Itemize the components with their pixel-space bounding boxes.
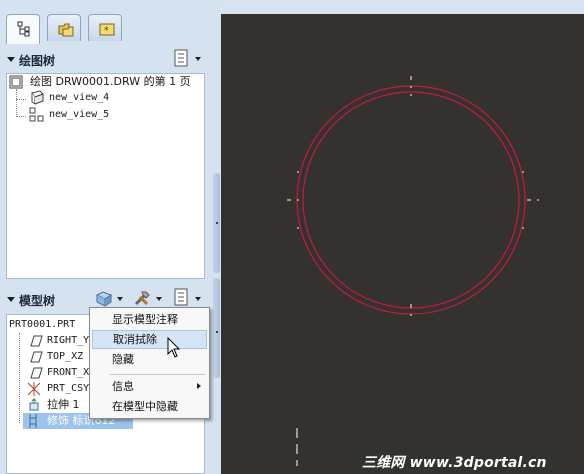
datum-plane-icon xyxy=(30,367,43,379)
pane-splitter[interactable] xyxy=(212,0,221,474)
grip-dot xyxy=(216,222,218,224)
menu-item-hide-in-model[interactable]: 在模型中隐藏 xyxy=(92,397,207,416)
drawing-tree-header: 绘图树 xyxy=(0,41,206,75)
tree-connector xyxy=(16,116,26,117)
menu-item-unerase[interactable]: 取消拭除 xyxy=(92,330,207,349)
drawing-tree-settings-button[interactable] xyxy=(170,47,204,69)
dropdown-arrow-icon xyxy=(156,297,162,301)
splitter-grip[interactable] xyxy=(213,278,220,378)
dropdown-arrow-icon xyxy=(117,297,123,301)
dropdown-arrow-icon xyxy=(195,57,201,61)
splitter-grip[interactable] xyxy=(213,173,220,273)
tree-settings-icon xyxy=(174,49,188,67)
drawing-tree-title: 绘图树 xyxy=(19,54,56,68)
menu-separator xyxy=(110,374,206,375)
graphics-canvas[interactable] xyxy=(221,14,584,474)
projection-view-icon xyxy=(29,107,44,122)
model-tree-title: 模型树 xyxy=(19,294,56,308)
drawing-view-icon xyxy=(31,90,44,105)
menu-item-show-model-annotations[interactable]: 显示模型注释 xyxy=(92,310,207,329)
model-tree-settings-button[interactable] xyxy=(170,287,204,309)
tools-icon xyxy=(134,291,150,306)
model-tree-item-label: FRONT_X xyxy=(47,367,90,378)
drawing-tree-item-label: new_view_4 xyxy=(49,92,110,103)
show-filter-icon xyxy=(95,291,113,307)
outer-circle[interactable] xyxy=(296,85,526,315)
tab-folder-browser[interactable] xyxy=(47,14,81,41)
menu-item-hide[interactable]: 隐藏 xyxy=(92,350,207,369)
dropdown-arrow-icon xyxy=(195,297,201,301)
creo-drawing-window: * 绘图树 绘图 DRW0001.DRW 的第 1 页 new_view_4 n… xyxy=(0,0,584,474)
grip-dot xyxy=(216,331,218,333)
tab-favorites[interactable]: * xyxy=(88,14,122,41)
tree-connector xyxy=(16,99,26,100)
menu-item-info-label: 信息 xyxy=(112,380,134,393)
model-tree-icon xyxy=(17,21,30,37)
coordinate-system-icon xyxy=(27,382,41,396)
mouse-cursor-icon xyxy=(167,337,181,358)
drawing-tree-panel: 绘图树 绘图 DRW0001.DRW 的第 1 页 new_view_4 new… xyxy=(0,41,212,281)
centerline-ticks xyxy=(297,171,524,229)
model-tree-item-label: 拉伸 1 xyxy=(47,398,80,411)
model-tree-root-label: PRT0001.PRT xyxy=(9,319,76,330)
model-tree-tools-button[interactable] xyxy=(131,287,165,309)
tree-connector xyxy=(16,89,17,117)
collapse-arrow-icon[interactable] xyxy=(7,57,15,62)
inner-circle[interactable] xyxy=(302,91,520,309)
tree-connector xyxy=(19,333,20,423)
model-tree-root[interactable]: PRT0001.PRT xyxy=(9,317,75,333)
tree-settings-icon xyxy=(174,288,188,306)
model-tree-item-label: PRT_CSY xyxy=(47,383,90,394)
extrude-icon xyxy=(29,398,39,411)
drawing-tree-root-label: 绘图 DRW0001.DRW 的第 1 页 xyxy=(30,75,191,88)
collapse-arrow-icon[interactable] xyxy=(7,297,15,302)
svg-text:*: * xyxy=(104,26,109,36)
menu-item-info[interactable]: 信息 xyxy=(92,377,207,396)
favorites-icon: * xyxy=(99,23,115,36)
model-tree-item-label: TOP_XZ xyxy=(47,351,84,362)
navigator-tab-bar: * xyxy=(0,0,212,44)
context-menu: 显示模型注释 取消拭除 隐藏 信息 在模型中隐藏 xyxy=(89,307,210,419)
watermark: 三维网 www.3dportal.cn xyxy=(362,455,547,471)
drawing-view-graphics xyxy=(287,76,539,466)
drawing-sheet-icon xyxy=(9,75,23,89)
datum-plane-icon xyxy=(30,351,43,363)
model-tree-item-label: RIGHT_Y xyxy=(47,335,90,346)
tab-model-tree[interactable] xyxy=(6,14,40,44)
model-tree-display-button[interactable] xyxy=(92,287,126,309)
cosmetic-feature-icon xyxy=(29,414,37,428)
submenu-arrow-icon xyxy=(197,383,201,389)
datum-plane-icon xyxy=(30,335,43,347)
folder-browser-icon xyxy=(58,23,74,37)
drawing-tree-item-label: new_view_5 xyxy=(49,109,110,120)
drawing-tree-box: 绘图 DRW0001.DRW 的第 1 页 new_view_4 new_vie… xyxy=(6,73,205,279)
